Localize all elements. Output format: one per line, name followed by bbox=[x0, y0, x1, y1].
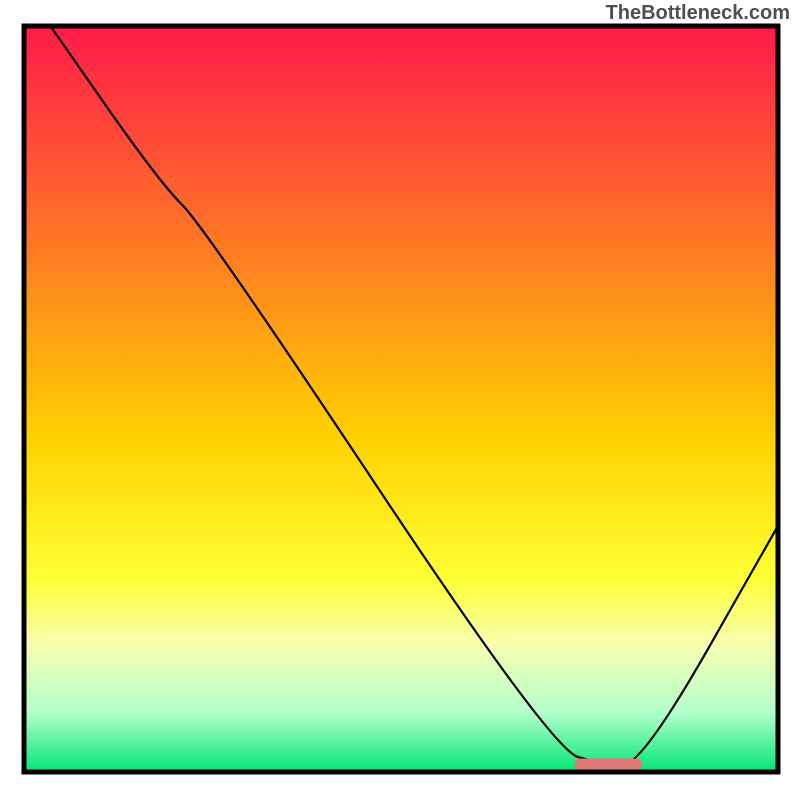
optimal-marker bbox=[574, 759, 642, 771]
watermark-text: TheBottleneck.com bbox=[606, 2, 790, 25]
gradient-background bbox=[24, 26, 778, 772]
bottleneck-chart bbox=[0, 0, 800, 800]
chart-container: TheBottleneck.com bbox=[0, 0, 800, 800]
